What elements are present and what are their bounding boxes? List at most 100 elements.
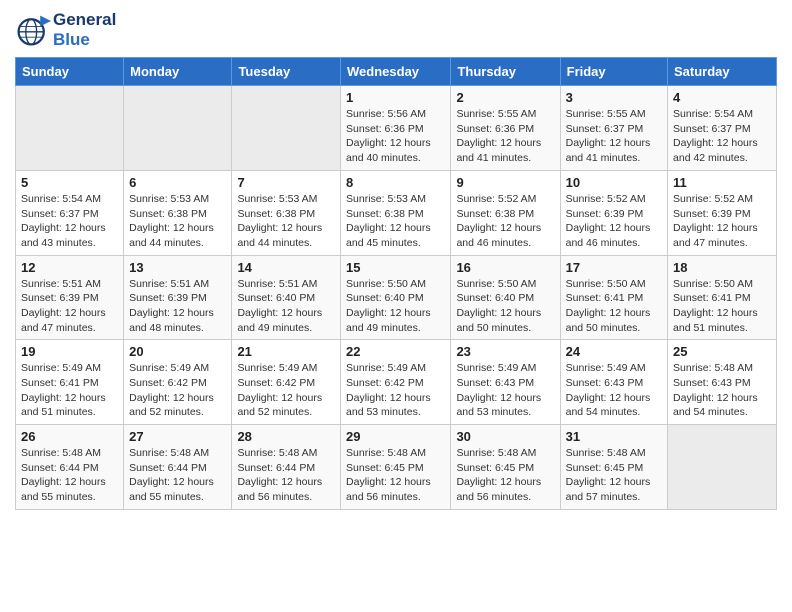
day-info: Sunrise: 5:55 AMSunset: 6:37 PMDaylight:… [566,107,662,166]
calendar-cell: 30Sunrise: 5:48 AMSunset: 6:45 PMDayligh… [451,425,560,510]
day-info: Sunrise: 5:54 AMSunset: 6:37 PMDaylight:… [21,192,118,251]
day-number: 7 [237,175,335,190]
calendar-cell: 28 Sunrise: 5:48 AMSunset: 6:44 PMDayligh… [232,425,341,510]
column-header-sunday: Sunday [16,58,124,86]
day-info: Sunrise: 5:48 AMSunset: 6:45 PMDaylight:… [456,446,554,505]
day-info: Sunrise: 5:53 AMSunset: 6:38 PMDaylight:… [346,192,445,251]
day-info: Sunrise: 5:51 AMSunset: 6:40 PMDaylight:… [237,277,335,336]
column-header-monday: Monday [124,58,232,86]
day-number: 23 [456,344,554,359]
day-number: 13 [129,260,226,275]
day-info: Sunrise: 5:48 AMSunset: 6:45 PMDaylight:… [346,446,445,505]
calendar-cell: 20 Sunrise: 5:49 AMSunset: 6:42 PMDayligh… [124,340,232,425]
day-number: 31 [566,429,662,444]
calendar-cell: 8Sunrise: 5:53 AMSunset: 6:38 PMDaylight… [341,170,451,255]
day-info: Sunrise: 5:49 AMSunset: 6:42 PMDaylight:… [237,361,335,420]
calendar-cell: 3 Sunrise: 5:55 AMSunset: 6:37 PMDaylight… [560,86,667,171]
logo-text: General Blue [53,10,116,49]
day-number: 26 [21,429,118,444]
day-info: Sunrise: 5:52 AMSunset: 6:38 PMDaylight:… [456,192,554,251]
day-info: Sunrise: 5:50 AMSunset: 6:41 PMDaylight:… [566,277,662,336]
week-row-1: 1Sunrise: 5:56 AMSunset: 6:36 PMDaylight… [16,86,777,171]
calendar-cell: 17 Sunrise: 5:50 AMSunset: 6:41 PMDayligh… [560,255,667,340]
week-row-3: 12 Sunrise: 5:51 AMSunset: 6:39 PMDayligh… [16,255,777,340]
calendar-cell [16,86,124,171]
day-number: 25 [673,344,771,359]
day-info: Sunrise: 5:53 AMSunset: 6:38 PMDaylight:… [237,192,335,251]
day-number: 6 [129,175,226,190]
day-number: 21 [237,344,335,359]
day-info: Sunrise: 5:49 AMSunset: 6:43 PMDaylight:… [456,361,554,420]
day-info: Sunrise: 5:49 AMSunset: 6:42 PMDaylight:… [346,361,445,420]
column-header-tuesday: Tuesday [232,58,341,86]
calendar-cell: 25 Sunrise: 5:48 AMSunset: 6:43 PMDayligh… [668,340,777,425]
day-number: 5 [21,175,118,190]
calendar-header-row: SundayMondayTuesdayWednesdayThursdayFrid… [16,58,777,86]
calendar-cell: 10 Sunrise: 5:52 AMSunset: 6:39 PMDayligh… [560,170,667,255]
day-info: Sunrise: 5:52 AMSunset: 6:39 PMDaylight:… [673,192,771,251]
day-info: Sunrise: 5:48 AMSunset: 6:44 PMDaylight:… [237,446,335,505]
day-number: 24 [566,344,662,359]
calendar-table: SundayMondayTuesdayWednesdayThursdayFrid… [15,57,777,510]
day-number: 11 [673,175,771,190]
calendar-cell: 1Sunrise: 5:56 AMSunset: 6:36 PMDaylight… [341,86,451,171]
day-info: Sunrise: 5:52 AMSunset: 6:39 PMDaylight:… [566,192,662,251]
calendar-cell: 18Sunrise: 5:50 AMSunset: 6:41 PMDayligh… [668,255,777,340]
calendar-cell: 9 Sunrise: 5:52 AMSunset: 6:38 PMDaylight… [451,170,560,255]
day-number: 16 [456,260,554,275]
calendar-cell: 13Sunrise: 5:51 AMSunset: 6:39 PMDayligh… [124,255,232,340]
day-info: Sunrise: 5:49 AMSunset: 6:43 PMDaylight:… [566,361,662,420]
calendar-cell: 22 Sunrise: 5:49 AMSunset: 6:42 PMDayligh… [341,340,451,425]
day-info: Sunrise: 5:48 AMSunset: 6:44 PMDaylight:… [21,446,118,505]
calendar-cell: 27Sunrise: 5:48 AMSunset: 6:44 PMDayligh… [124,425,232,510]
calendar-cell [232,86,341,171]
day-info: Sunrise: 5:48 AMSunset: 6:45 PMDaylight:… [566,446,662,505]
day-number: 28 [237,429,335,444]
day-number: 19 [21,344,118,359]
calendar-cell: 21 Sunrise: 5:49 AMSunset: 6:42 PMDayligh… [232,340,341,425]
day-number: 9 [456,175,554,190]
day-info: Sunrise: 5:55 AMSunset: 6:36 PMDaylight:… [456,107,554,166]
calendar-cell: 29Sunrise: 5:48 AMSunset: 6:45 PMDayligh… [341,425,451,510]
week-row-4: 19 Sunrise: 5:49 AMSunset: 6:41 PMDayligh… [16,340,777,425]
day-info: Sunrise: 5:53 AMSunset: 6:38 PMDaylight:… [129,192,226,251]
day-number: 15 [346,260,445,275]
day-number: 17 [566,260,662,275]
calendar-cell: 6 Sunrise: 5:53 AMSunset: 6:38 PMDaylight… [124,170,232,255]
calendar-cell: 23 Sunrise: 5:49 AMSunset: 6:43 PMDayligh… [451,340,560,425]
column-header-friday: Friday [560,58,667,86]
page-container: General Blue SundayMondayTuesdayWednesda… [15,10,777,510]
logo: General Blue [15,10,116,49]
calendar-cell: 24 Sunrise: 5:49 AMSunset: 6:43 PMDayligh… [560,340,667,425]
day-number: 22 [346,344,445,359]
day-number: 12 [21,260,118,275]
column-header-saturday: Saturday [668,58,777,86]
day-number: 14 [237,260,335,275]
day-info: Sunrise: 5:49 AMSunset: 6:42 PMDaylight:… [129,361,226,420]
calendar-cell [668,425,777,510]
column-header-thursday: Thursday [451,58,560,86]
day-number: 10 [566,175,662,190]
week-row-2: 5 Sunrise: 5:54 AMSunset: 6:37 PMDaylight… [16,170,777,255]
day-info: Sunrise: 5:51 AMSunset: 6:39 PMDaylight:… [21,277,118,336]
page-header: General Blue [15,10,777,49]
calendar-cell: 11 Sunrise: 5:52 AMSunset: 6:39 PMDayligh… [668,170,777,255]
calendar-cell [124,86,232,171]
calendar-cell: 7 Sunrise: 5:53 AMSunset: 6:38 PMDaylight… [232,170,341,255]
calendar-cell: 16 Sunrise: 5:50 AMSunset: 6:40 PMDayligh… [451,255,560,340]
day-number: 4 [673,90,771,105]
day-info: Sunrise: 5:50 AMSunset: 6:40 PMDaylight:… [346,277,445,336]
day-info: Sunrise: 5:50 AMSunset: 6:41 PMDaylight:… [673,277,771,336]
day-info: Sunrise: 5:54 AMSunset: 6:37 PMDaylight:… [673,107,771,166]
calendar-cell: 2 Sunrise: 5:55 AMSunset: 6:36 PMDaylight… [451,86,560,171]
day-info: Sunrise: 5:50 AMSunset: 6:40 PMDaylight:… [456,277,554,336]
day-number: 27 [129,429,226,444]
day-info: Sunrise: 5:49 AMSunset: 6:41 PMDaylight:… [21,361,118,420]
calendar-cell: 4 Sunrise: 5:54 AMSunset: 6:37 PMDaylight… [668,86,777,171]
day-number: 2 [456,90,554,105]
day-number: 3 [566,90,662,105]
day-number: 20 [129,344,226,359]
day-info: Sunrise: 5:48 AMSunset: 6:43 PMDaylight:… [673,361,771,420]
day-number: 1 [346,90,445,105]
logo-icon [15,12,51,48]
